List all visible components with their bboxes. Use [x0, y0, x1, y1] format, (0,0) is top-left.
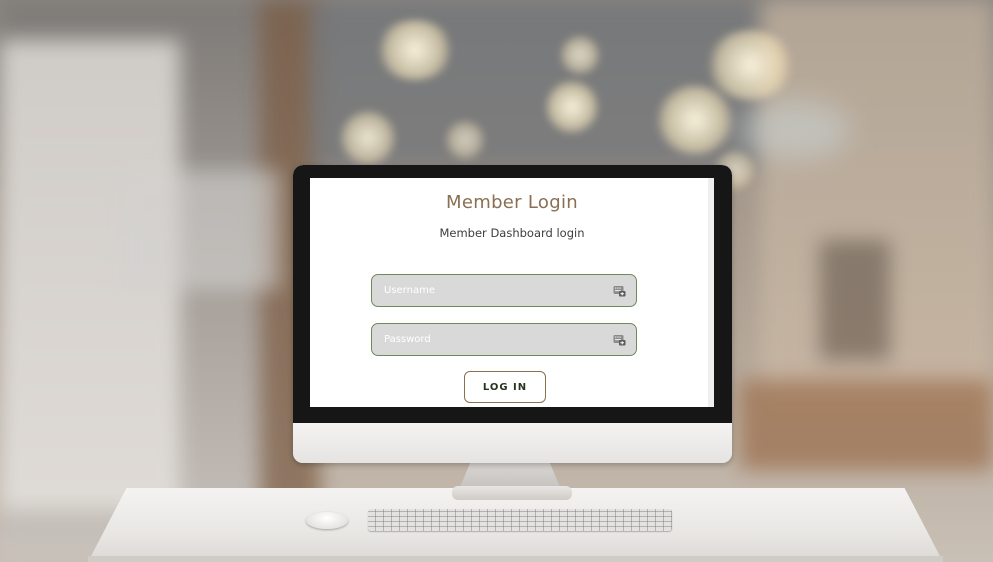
username-field[interactable]	[371, 274, 637, 307]
mouse	[306, 512, 348, 529]
page-subtitle: Member Dashboard login	[439, 226, 585, 240]
username-input[interactable]	[382, 284, 613, 297]
desk-edge	[88, 556, 943, 562]
monitor-stand-base	[452, 486, 572, 500]
login-button[interactable]: LOG IN	[464, 371, 546, 403]
key-icon	[613, 335, 626, 346]
password-input[interactable]	[382, 333, 613, 346]
key-icon	[613, 286, 626, 297]
login-screen: Member Login Member Dashboard login LOG …	[310, 178, 714, 407]
keyboard	[368, 509, 672, 531]
page-title: Member Login	[446, 192, 578, 213]
monitor-chin	[293, 423, 732, 463]
password-field[interactable]	[371, 323, 637, 356]
